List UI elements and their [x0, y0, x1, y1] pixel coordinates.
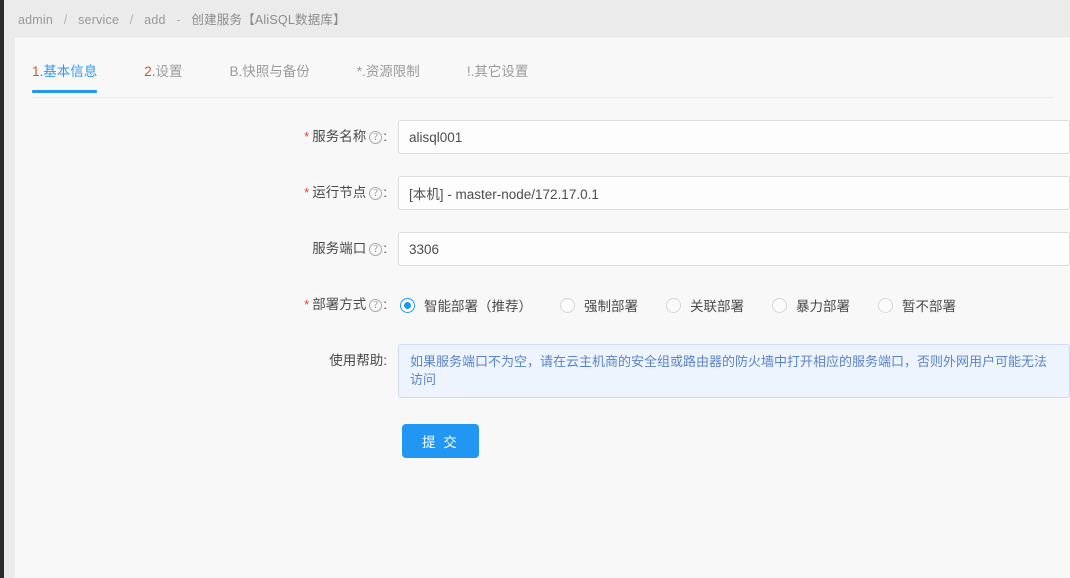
required-marker: * [304, 297, 310, 312]
radio-brute-deploy-label: 暴力部署 [796, 299, 850, 314]
deploy-mode-radio-group: 智能部署（推荐） 强制部署 关联部署 暴力部署 暂不部署 [398, 288, 1070, 322]
help-icon[interactable]: ? [369, 131, 383, 144]
field-usage-help: 如果服务端口不为空，请在云主机商的安全组或路由器的防火墙中打开相应的服务端口，否… [398, 344, 1070, 398]
label-colon: : [383, 129, 387, 144]
label-service-port-text: 服务端口 [312, 241, 367, 256]
submit-button[interactable]: 提 交 [402, 424, 479, 458]
tab-bar: 1.基本信息 2.设置 B.快照与备份 *.资源限制 !.其它设置 [32, 47, 1053, 98]
app-root: admin / service / add - 创建服务【AliSQL数据库】 … [0, 0, 1070, 578]
create-service-form: *服务名称?: *运行节点?: 服务端口?: *部署方式?: [15, 98, 1070, 458]
radio-force-deploy-label: 强制部署 [584, 299, 638, 314]
label-service-port: 服务端口?: [15, 232, 398, 266]
radio-linked-deploy[interactable]: 关联部署 [666, 295, 744, 315]
service-name-input[interactable] [398, 120, 1070, 154]
tab-snapshot-backup-prefix: B. [229, 64, 243, 79]
form-row-service-port: 服务端口?: [15, 232, 1070, 268]
breadcrumb-current-page: 创建服务【AliSQL数据库】 [191, 13, 346, 27]
tab-snapshot-backup-label: 快照与备份 [242, 64, 310, 79]
required-marker: * [304, 185, 310, 200]
label-usage-help: 使用帮助: [15, 344, 398, 378]
form-row-submit: 提 交 [15, 424, 1070, 458]
required-marker: * [304, 129, 310, 144]
tab-resource-limit-prefix: *. [356, 64, 366, 79]
help-icon[interactable]: ? [369, 187, 383, 200]
label-colon: : [383, 241, 387, 256]
field-run-node [398, 176, 1070, 210]
radio-force-deploy[interactable]: 强制部署 [560, 295, 638, 315]
usage-help-note: 如果服务端口不为空，请在云主机商的安全组或路由器的防火墙中打开相应的服务端口，否… [398, 344, 1070, 398]
form-row-usage-help: 使用帮助: 如果服务端口不为空，请在云主机商的安全组或路由器的防火墙中打开相应的… [15, 344, 1070, 398]
label-deploy-mode-text: 部署方式 [312, 297, 367, 312]
tab-basic-info-prefix: 1. [32, 64, 44, 79]
tab-settings-label: 设置 [155, 64, 183, 79]
form-row-deploy-mode: * 部署方式?: 智能部署（推荐） 强制部署 关联部署 暴力部署 暂不部署 [15, 288, 1070, 324]
radio-icon-selected [400, 297, 415, 313]
breadcrumb: admin / service / add - 创建服务【AliSQL数据库】 [18, 9, 346, 28]
radio-linked-deploy-label: 关联部署 [690, 299, 744, 314]
help-icon[interactable]: ? [369, 243, 383, 256]
content-card: 1.基本信息 2.设置 B.快照与备份 *.资源限制 !.其它设置 * 服务名称?… [15, 37, 1070, 578]
radio-icon [772, 297, 787, 313]
label-service-name-text: 服务名称 [312, 129, 367, 144]
service-port-input[interactable] [398, 232, 1070, 266]
tab-snapshot-backup[interactable]: B.快照与备份 [230, 47, 310, 93]
form-row-service-name: * 服务名称?: [15, 120, 1070, 156]
tab-other-settings[interactable]: !.其它设置 [467, 47, 529, 93]
radio-icon [878, 297, 893, 313]
tab-resource-limit-label: 资源限制 [365, 64, 420, 79]
tab-resource-limit[interactable]: *.资源限制 [357, 47, 420, 93]
label-colon: : [383, 297, 387, 312]
radio-smart-deploy[interactable]: 智能部署（推荐） [400, 295, 532, 315]
radio-smart-deploy-label: 智能部署（推荐） [424, 299, 532, 314]
tab-other-settings-label: 其它设置 [474, 64, 529, 79]
label-service-name: * 服务名称?: [15, 120, 398, 154]
label-colon: : [383, 353, 387, 368]
tab-basic-info-label: 基本信息 [43, 64, 98, 79]
label-run-node: * 运行节点?: [15, 176, 398, 210]
help-icon[interactable]: ? [369, 299, 383, 312]
breadcrumb-item-add[interactable]: add [144, 13, 165, 27]
label-deploy-mode: * 部署方式?: [15, 288, 398, 322]
breadcrumb-item-admin[interactable]: admin [18, 13, 53, 27]
breadcrumb-separator: / [129, 13, 134, 27]
radio-icon [560, 297, 575, 313]
tab-settings[interactable]: 2.设置 [144, 47, 182, 93]
submit-spacer [15, 424, 402, 458]
radio-icon [666, 297, 681, 313]
form-row-run-node: * 运行节点?: [15, 176, 1070, 212]
breadcrumb-item-service[interactable]: service [78, 13, 119, 27]
label-run-node-text: 运行节点 [312, 185, 367, 200]
breadcrumb-separator: / [63, 13, 68, 27]
run-node-input[interactable] [398, 176, 1070, 210]
tab-settings-prefix: 2. [144, 64, 156, 79]
breadcrumb-bar: admin / service / add - 创建服务【AliSQL数据库】 [4, 0, 1070, 37]
sidebar-edge-strip [0, 0, 4, 578]
field-service-name [398, 120, 1070, 154]
tab-basic-info[interactable]: 1.基本信息 [32, 47, 98, 93]
field-deploy-mode: 智能部署（推荐） 强制部署 关联部署 暴力部署 暂不部署 [398, 288, 1070, 322]
field-service-port [398, 232, 1070, 266]
label-colon: : [383, 185, 387, 200]
label-usage-help-text: 使用帮助 [329, 353, 384, 368]
breadcrumb-dash: - [176, 13, 181, 27]
radio-brute-deploy[interactable]: 暴力部署 [772, 295, 850, 315]
radio-no-deploy[interactable]: 暂不部署 [878, 295, 956, 315]
radio-no-deploy-label: 暂不部署 [902, 299, 956, 314]
